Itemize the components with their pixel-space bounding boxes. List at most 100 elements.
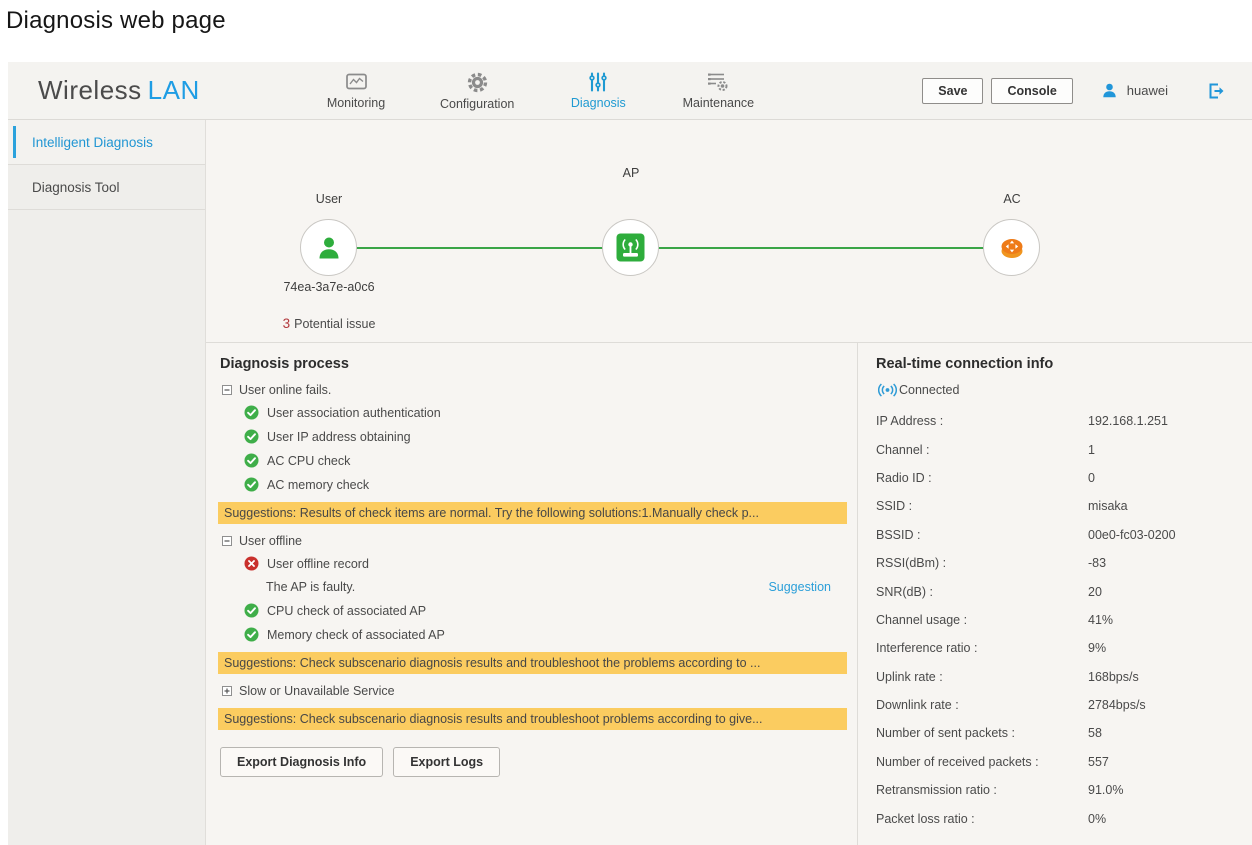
potential-issue-link[interactable]: 3Potential issue xyxy=(283,316,376,331)
main-content: User 74ea-3a7e-a0c6 3Potential issue AP xyxy=(206,120,1252,845)
conn-value: -83 xyxy=(1088,556,1252,570)
export-actions: Export Diagnosis Info Export Logs xyxy=(220,747,857,777)
conn-row-ip-address: IP Address : 192.168.1.251 xyxy=(876,407,1252,435)
nav-item-maintenance[interactable]: Maintenance xyxy=(682,71,754,110)
conn-value: 9% xyxy=(1088,641,1252,655)
nav-item-monitoring[interactable]: Monitoring xyxy=(320,72,392,110)
check-item-label: CPU check of associated AP xyxy=(267,604,426,618)
nav-label: Configuration xyxy=(440,97,514,111)
suggestion-link[interactable]: Suggestion xyxy=(768,580,831,594)
expand-icon[interactable] xyxy=(222,686,232,696)
conn-label: Uplink rate : xyxy=(876,670,1088,684)
nav-label: Monitoring xyxy=(327,96,385,110)
conn-row-snr: SNR(dB) : 20 xyxy=(876,577,1252,605)
conn-value: misaka xyxy=(1088,499,1252,513)
browser-page-context: Diagnosis web page xyxy=(0,0,1252,62)
logo-text-lan: LAN xyxy=(148,75,200,105)
group-label: User online fails. xyxy=(239,383,331,397)
group-user-offline[interactable]: User offline xyxy=(222,534,847,548)
topology-diagram: User 74ea-3a7e-a0c6 3Potential issue AP xyxy=(206,120,1252,343)
connection-info-panel: Real-time connection info Connected xyxy=(857,343,1252,845)
failure-detail-text: The AP is faulty. xyxy=(266,580,355,594)
wifi-signal-icon xyxy=(878,381,897,399)
console-button[interactable]: Console xyxy=(991,78,1072,104)
conn-label: IP Address : xyxy=(876,414,1088,428)
conn-value: 20 xyxy=(1088,585,1252,599)
main-nav: Monitoring Configuration xyxy=(320,71,754,111)
conn-row-packet-loss-ratio: Packet loss ratio : 0% xyxy=(876,804,1252,832)
check-ok-icon xyxy=(244,603,259,618)
ac-node-label: AC xyxy=(1003,192,1020,206)
detail-panels: Diagnosis process User online fails. xyxy=(206,343,1252,845)
conn-row-sent-packets: Number of sent packets : 58 xyxy=(876,719,1252,747)
nav-item-diagnosis[interactable]: Diagnosis xyxy=(562,71,634,110)
user-node[interactable] xyxy=(300,219,357,276)
check-item-label: User offline record xyxy=(267,557,369,571)
connection-status-label: Connected xyxy=(899,383,959,397)
group-slow-unavailable-service[interactable]: Slow or Unavailable Service xyxy=(222,684,847,698)
conn-value: 192.168.1.251 xyxy=(1088,414,1252,428)
export-diagnosis-info-button[interactable]: Export Diagnosis Info xyxy=(220,747,383,777)
check-item-label: AC CPU check xyxy=(267,454,350,468)
conn-label: Interference ratio : xyxy=(876,641,1088,655)
connection-status: Connected xyxy=(878,381,1252,399)
conn-value: 1 xyxy=(1088,443,1252,457)
check-item: Memory check of associated AP xyxy=(244,627,857,642)
ac-node[interactable] xyxy=(983,219,1040,276)
sidebar-item-diagnosis-tool[interactable]: Diagnosis Tool xyxy=(8,165,205,210)
suggestion-banner: Suggestions: Check subscenario diagnosis… xyxy=(218,652,847,674)
conn-value: 91.0% xyxy=(1088,783,1252,797)
ap-node-label: AP xyxy=(623,166,640,180)
conn-row-rssi: RSSI(dBm) : -83 xyxy=(876,549,1252,577)
ap-node[interactable] xyxy=(602,219,659,276)
check-item: AC CPU check xyxy=(244,453,857,468)
user-person-icon xyxy=(314,233,344,263)
check-ok-icon xyxy=(244,429,259,444)
collapse-icon[interactable] xyxy=(222,385,232,395)
conn-row-retransmission-ratio: Retransmission ratio : 91.0% xyxy=(876,776,1252,804)
conn-label: Retransmission ratio : xyxy=(876,783,1088,797)
group-label: User offline xyxy=(239,534,302,548)
check-ok-icon xyxy=(244,627,259,642)
suggestion-banner: Suggestions: Check subscenario diagnosis… xyxy=(218,708,847,730)
conn-value: 168bps/s xyxy=(1088,670,1252,684)
diagnosis-process-title: Diagnosis process xyxy=(220,356,857,372)
user-account[interactable]: huawei xyxy=(1101,82,1168,99)
group-label: Slow or Unavailable Service xyxy=(239,684,395,698)
check-ok-icon xyxy=(244,453,259,468)
logo-text-wireless: Wireless xyxy=(38,75,142,105)
maintenance-icon xyxy=(706,71,730,93)
conn-label: SSID : xyxy=(876,499,1088,513)
suggestion-banner: Suggestions: Results of check items are … xyxy=(218,502,847,524)
check-item-label: Memory check of associated AP xyxy=(267,628,445,642)
conn-label: Channel : xyxy=(876,443,1088,457)
conn-label: Packet loss ratio : xyxy=(876,812,1088,826)
check-ok-icon xyxy=(244,477,259,492)
conn-label: RSSI(dBm) : xyxy=(876,556,1088,570)
conn-value: 0% xyxy=(1088,812,1252,826)
check-item-failed: User offline record xyxy=(244,556,857,571)
save-button[interactable]: Save xyxy=(922,78,983,104)
check-item: User IP address obtaining xyxy=(244,429,857,444)
conn-label: Downlink rate : xyxy=(876,698,1088,712)
collapse-icon[interactable] xyxy=(222,536,232,546)
conn-row-received-packets: Number of received packets : 557 xyxy=(876,748,1252,776)
check-ok-icon xyxy=(244,405,259,420)
nav-item-configuration[interactable]: Configuration xyxy=(440,71,514,111)
connection-info-title: Real-time connection info xyxy=(876,356,1252,372)
wireless-lan-app: WirelessLAN Monitoring xyxy=(8,62,1252,845)
export-logs-button[interactable]: Export Logs xyxy=(393,747,500,777)
logout-icon[interactable] xyxy=(1206,82,1226,100)
diagnosis-icon xyxy=(587,71,609,93)
conn-value: 2784bps/s xyxy=(1088,698,1252,712)
nav-label: Diagnosis xyxy=(571,96,626,110)
conn-value: 00e0-fc03-0200 xyxy=(1088,528,1252,542)
check-item: User association authentication xyxy=(244,405,857,420)
conn-row-radio-id: Radio ID : 0 xyxy=(876,464,1252,492)
username-label: huawei xyxy=(1127,83,1168,98)
issue-label: Potential issue xyxy=(294,317,375,331)
nav-label: Maintenance xyxy=(683,96,755,110)
sidebar-item-intelligent-diagnosis[interactable]: Intelligent Diagnosis xyxy=(8,120,205,165)
conn-label: BSSID : xyxy=(876,528,1088,542)
group-user-online-fails[interactable]: User online fails. xyxy=(222,383,847,397)
